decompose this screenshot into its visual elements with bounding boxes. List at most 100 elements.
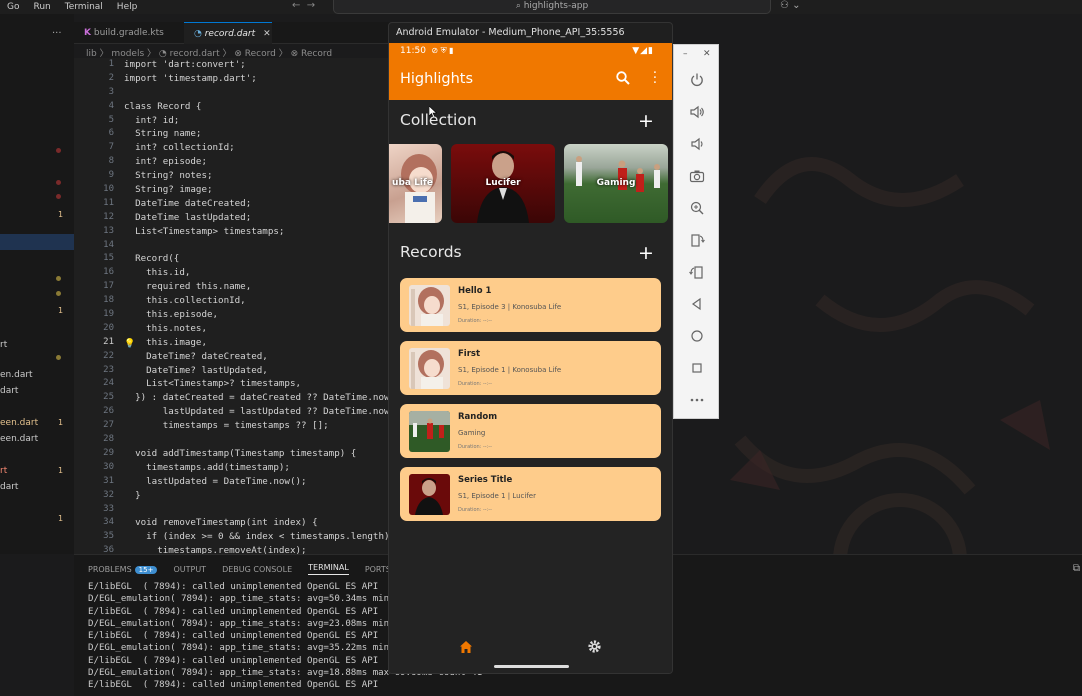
tab-build-gradle[interactable]: K build.gradle.kts bbox=[74, 22, 184, 44]
collection-card[interactable]: uba Life bbox=[389, 144, 442, 223]
volume-down-icon[interactable] bbox=[689, 136, 705, 152]
code-line[interactable]: String name; bbox=[124, 127, 390, 141]
more-icon[interactable] bbox=[689, 392, 705, 408]
code-content[interactable]: import 'dart:convert'; import 'timestamp.… bbox=[124, 58, 390, 554]
sidebar-file-item[interactable]: dart bbox=[0, 482, 18, 492]
code-line[interactable]: this.collectionId, bbox=[124, 294, 390, 308]
code-line[interactable]: } bbox=[124, 489, 390, 503]
code-line[interactable] bbox=[124, 86, 390, 100]
code-line[interactable]: void removeTimestamp(int index) { bbox=[124, 516, 390, 530]
breakpoint-icon[interactable] bbox=[56, 148, 61, 153]
collection-carousel[interactable]: uba Life Lucifer Gaming bbox=[389, 144, 672, 224]
code-line[interactable]: DateTime? lastUpdated, bbox=[124, 364, 390, 378]
code-line[interactable]: void addTimestamp(Timestamp timestamp) { bbox=[124, 447, 390, 461]
menu-go[interactable]: Go bbox=[0, 2, 26, 12]
nav-back-forward-icon[interactable]: ← → bbox=[292, 0, 315, 11]
record-card[interactable]: Random Gaming Duration: --:-- bbox=[400, 404, 661, 458]
settings-gear-icon[interactable] bbox=[587, 639, 602, 654]
sidebar-file-item[interactable]: rt bbox=[0, 466, 7, 476]
tab-record-dart[interactable]: ◔ record.dart ✕ bbox=[184, 22, 272, 44]
code-line[interactable]: timestamps.add(timestamp); bbox=[124, 461, 390, 475]
code-line[interactable]: required this.name, bbox=[124, 280, 390, 294]
line-number: 10 bbox=[103, 184, 114, 195]
code-line[interactable]: }) : dateCreated = dateCreated ?? DateTi… bbox=[124, 391, 390, 405]
terminal-shell-icon[interactable]: ⧉ bbox=[1073, 563, 1080, 574]
code-line[interactable] bbox=[124, 433, 390, 447]
code-line[interactable]: timestamps = timestamps ?? []; bbox=[124, 419, 390, 433]
gesture-handle[interactable] bbox=[494, 665, 569, 668]
code-line[interactable]: this.episode, bbox=[124, 308, 390, 322]
close-icon[interactable]: ✕ bbox=[263, 29, 271, 39]
panel-tabs: PROBLEMS 15+ OUTPUT DEBUG CONSOLE TERMINA… bbox=[88, 563, 391, 575]
copilot-icon[interactable]: ⚇ ⌄ bbox=[780, 0, 801, 11]
code-line[interactable]: Record({ bbox=[124, 252, 390, 266]
command-center-search[interactable]: ⌕ highlights-app bbox=[333, 0, 771, 14]
code-line[interactable]: lastUpdated = DateTime.now(); bbox=[124, 475, 390, 489]
power-icon[interactable] bbox=[689, 72, 705, 88]
close-icon[interactable]: ✕ bbox=[703, 49, 711, 59]
volume-up-icon[interactable] bbox=[689, 104, 705, 120]
lightbulb-icon[interactable]: 💡 bbox=[124, 339, 135, 349]
collection-card[interactable]: Lucifer bbox=[451, 144, 555, 223]
code-line[interactable]: List<Timestamp> timestamps; bbox=[124, 225, 390, 239]
tab-output[interactable]: OUTPUT bbox=[173, 565, 206, 574]
collection-card[interactable]: Gaming bbox=[564, 144, 668, 223]
add-record-button[interactable]: + bbox=[638, 243, 654, 263]
code-line[interactable]: int? episode; bbox=[124, 155, 390, 169]
tab-terminal[interactable]: TERMINAL bbox=[308, 563, 349, 575]
clock: 11:50 bbox=[400, 46, 426, 56]
code-line[interactable]: import 'dart:convert'; bbox=[124, 58, 390, 72]
record-subtitle: S1, Episode 3 | Konosuba Life bbox=[458, 303, 562, 311]
code-line[interactable]: if (index >= 0 && index < timestamps.len… bbox=[124, 530, 390, 544]
home-icon[interactable] bbox=[459, 640, 473, 654]
overview-icon[interactable] bbox=[689, 360, 705, 376]
code-line[interactable]: lastUpdated = lastUpdated ?? DateTime.no… bbox=[124, 405, 390, 419]
code-line[interactable]: import 'timestamp.dart'; bbox=[124, 72, 390, 86]
add-collection-button[interactable]: + bbox=[638, 111, 654, 131]
minimize-icon[interactable]: – bbox=[683, 49, 688, 59]
code-line[interactable]: int? collectionId; bbox=[124, 141, 390, 155]
code-editor[interactable]: 1 2 3 4 5 6 7 8 9 10 11 12 13 14 15 16 17 18 19 20 21 22 23 24 2… bbox=[74, 58, 390, 554]
code-line[interactable]: this.notes, bbox=[124, 322, 390, 336]
search-icon[interactable] bbox=[615, 70, 631, 86]
rotate-left-icon[interactable] bbox=[689, 232, 705, 248]
menu-terminal[interactable]: Terminal bbox=[58, 2, 110, 12]
code-line[interactable]: String? notes; bbox=[124, 169, 390, 183]
menu-run[interactable]: Run bbox=[26, 2, 57, 12]
code-line[interactable]: DateTime lastUpdated; bbox=[124, 211, 390, 225]
zoom-icon[interactable] bbox=[689, 200, 705, 216]
code-line[interactable]: String? image; bbox=[124, 183, 390, 197]
breakpoint-icon[interactable] bbox=[56, 194, 61, 199]
more-actions-icon[interactable]: ··· bbox=[52, 28, 62, 39]
record-card[interactable]: Series Title S1, Episode 1 | Lucifer Durat… bbox=[400, 467, 661, 521]
record-card[interactable]: First S1, Episode 1 | Konosuba Life Durati… bbox=[400, 341, 661, 395]
code-line[interactable]: int? id; bbox=[124, 114, 390, 128]
code-line[interactable]: class Record { bbox=[124, 100, 390, 114]
sidebar-file-item[interactable]: rt bbox=[0, 340, 7, 350]
record-card[interactable]: Hello 1 S1, Episode 3 | Konosuba Life Dura… bbox=[400, 278, 661, 332]
breakpoint-icon[interactable] bbox=[56, 180, 61, 185]
sidebar-file-item[interactable]: een.dart bbox=[0, 418, 38, 428]
collection-label: Lucifer bbox=[485, 178, 521, 188]
back-icon[interactable] bbox=[689, 296, 705, 312]
tab-ports[interactable]: PORTS bbox=[365, 565, 391, 574]
code-line[interactable]: DateTime dateCreated; bbox=[124, 197, 390, 211]
tab-debug-console[interactable]: DEBUG CONSOLE bbox=[222, 565, 292, 574]
tab-problems[interactable]: PROBLEMS 15+ bbox=[88, 565, 158, 574]
code-line[interactable]: List<Timestamp>? timestamps, bbox=[124, 377, 390, 391]
home-circle-icon[interactable] bbox=[689, 328, 705, 344]
code-line[interactable] bbox=[124, 239, 390, 253]
overflow-menu-icon[interactable]: · · · bbox=[651, 67, 659, 90]
code-line[interactable]: this.image, bbox=[124, 336, 390, 350]
sidebar-file-item[interactable]: dart bbox=[0, 386, 18, 396]
code-line[interactable] bbox=[124, 503, 390, 517]
sidebar-file-item[interactable]: en.dart bbox=[0, 370, 33, 380]
camera-icon[interactable] bbox=[689, 168, 705, 184]
rotate-right-icon[interactable] bbox=[689, 264, 705, 280]
selected-file-row[interactable] bbox=[0, 234, 74, 250]
menu-help[interactable]: Help bbox=[110, 2, 145, 12]
code-line[interactable]: DateTime? dateCreated, bbox=[124, 350, 390, 364]
sidebar-file-item[interactable]: een.dart bbox=[0, 434, 38, 444]
code-line[interactable]: timestamps.removeAt(index); bbox=[124, 544, 390, 554]
code-line[interactable]: this.id, bbox=[124, 266, 390, 280]
